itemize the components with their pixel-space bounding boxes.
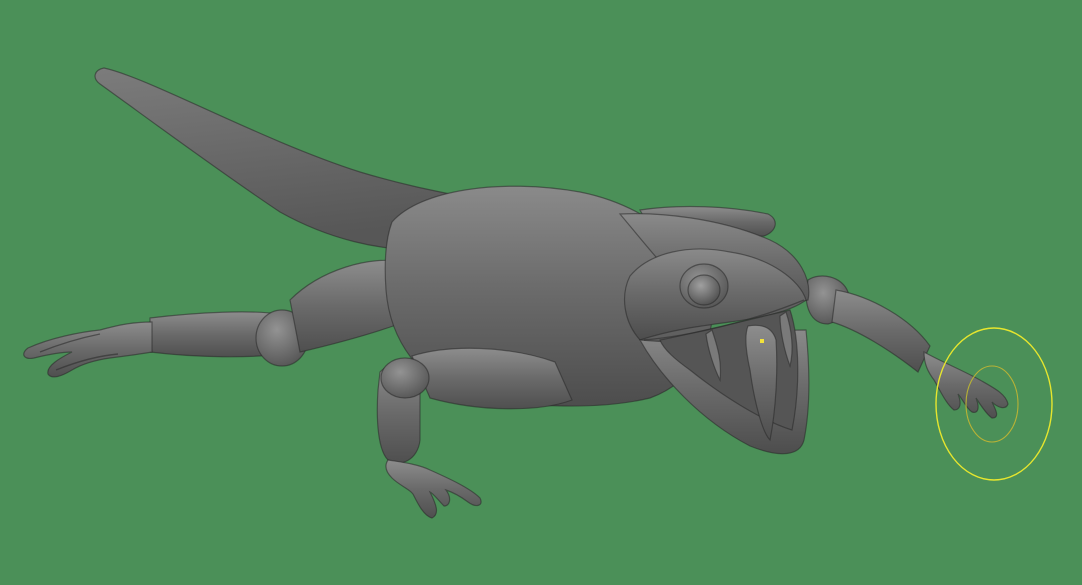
sculpt-viewport[interactable] xyxy=(0,0,1082,585)
transform-pivot-marker-icon[interactable] xyxy=(760,339,764,343)
viewport-canvas[interactable] xyxy=(0,0,1082,585)
lizard-front-left-elbow[interactable] xyxy=(380,357,430,399)
lizard-eye[interactable] xyxy=(687,274,721,306)
